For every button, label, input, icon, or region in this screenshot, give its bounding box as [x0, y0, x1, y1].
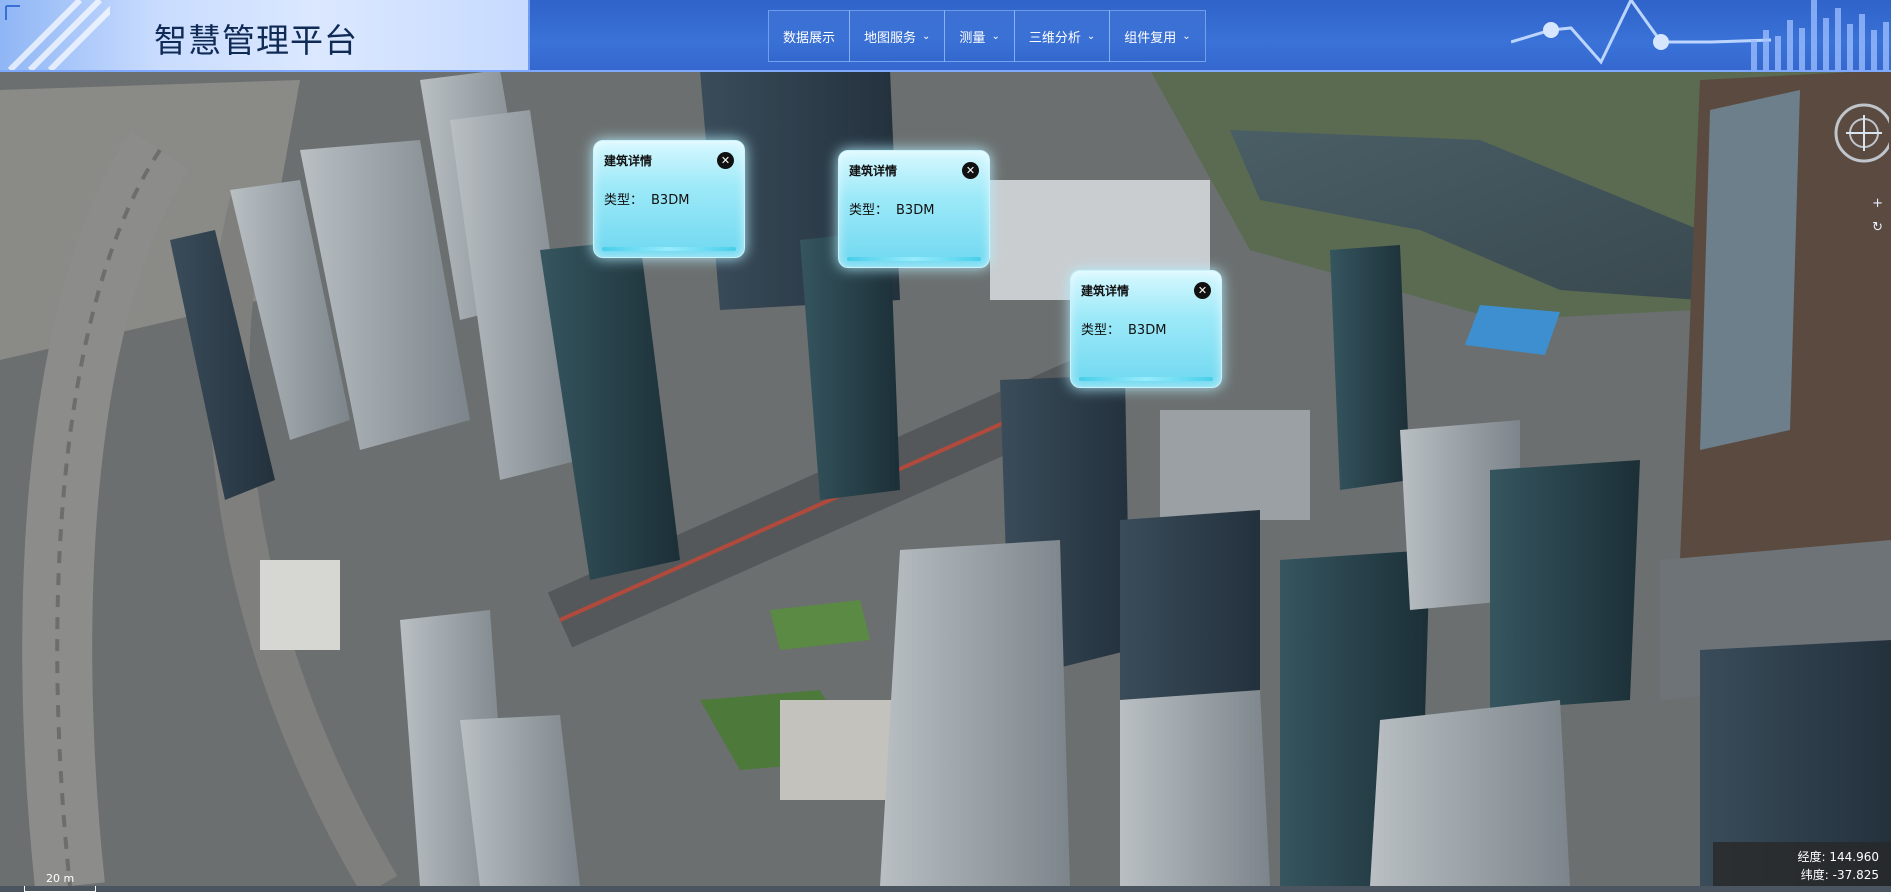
top-header: 智慧管理平台 数据展示 地图服务 ⌄ 测量 ⌄ 三维分析 ⌄ 组件复用 ⌄ [0, 0, 1891, 72]
type-label: 类型： [604, 193, 644, 208]
popup-title: 建筑详情 [604, 154, 653, 168]
chevron-down-icon: ⌄ [1086, 30, 1096, 42]
main-nav: 数据展示 地图服务 ⌄ 测量 ⌄ 三维分析 ⌄ 组件复用 ⌄ [768, 10, 1206, 62]
latitude-label: 纬度: [1800, 868, 1829, 882]
nav-label: 三维分析 [1028, 30, 1081, 46]
close-icon[interactable]: ✕ [1194, 282, 1211, 299]
popup-type-row: 类型： B3DM [604, 189, 689, 208]
coordinate-readout: 经度: 144.960 纬度: -37.825 [1713, 842, 1891, 886]
type-label: 类型： [1081, 323, 1121, 338]
nav-data-display[interactable]: 数据展示 [768, 10, 851, 62]
reset-view-button[interactable]: ↻ [1872, 220, 1883, 235]
compass-icon[interactable] [1819, 98, 1889, 168]
zoom-in-button[interactable]: + [1872, 196, 1883, 211]
close-icon[interactable]: ✕ [717, 152, 734, 169]
popup-type-row: 类型： B3DM [849, 199, 934, 218]
type-label: 类型： [849, 203, 889, 218]
nav-measure[interactable]: 测量 ⌄ [944, 10, 1015, 62]
chevron-down-icon: ⌄ [1182, 30, 1191, 42]
type-value: B3DM [1128, 323, 1167, 338]
title-panel: 智慧管理平台 [0, 0, 530, 70]
nav-label: 测量 [959, 30, 986, 46]
app-title: 智慧管理平台 [154, 21, 358, 60]
building-detail-popup: 建筑详情 ✕ 类型： B3DM [1070, 270, 1222, 388]
latitude-value: -37.825 [1832, 868, 1879, 882]
nav-map-service[interactable]: 地图服务 ⌄ [849, 10, 946, 62]
type-value: B3DM [896, 203, 935, 218]
popup-bottom-glow [602, 247, 736, 251]
nav-3d-analysis[interactable]: 三维分析 ⌄ [1013, 10, 1111, 62]
type-value: B3DM [651, 193, 690, 208]
popup-bottom-glow [1079, 377, 1213, 381]
longitude-label: 经度: [1797, 850, 1826, 864]
popup-title: 建筑详情 [1081, 284, 1130, 298]
nav-component-reuse[interactable]: 组件复用 ⌄ [1109, 10, 1206, 62]
popup-bottom-glow [847, 257, 981, 261]
header-wave-decoration [1511, 0, 1889, 70]
map-viewport[interactable] [0, 0, 1891, 886]
chevron-down-icon: ⌄ [922, 30, 931, 42]
nav-label: 数据展示 [783, 30, 836, 46]
building-detail-popup: 建筑详情 ✕ 类型： B3DM [593, 140, 745, 258]
scale-bar-line [24, 886, 96, 892]
popup-type-row: 类型： B3DM [1081, 319, 1166, 338]
nav-label: 组件复用 [1124, 30, 1177, 46]
latitude-row: 纬度: -37.825 [1801, 866, 1879, 883]
building-detail-popup: 建筑详情 ✕ 类型： B3DM [838, 150, 990, 268]
chevron-down-icon: ⌄ [991, 30, 1000, 42]
longitude-row: 经度: 144.960 [1798, 848, 1880, 865]
stripes-decoration [5, 0, 110, 70]
nav-label: 地图服务 [864, 30, 917, 46]
longitude-value: 144.960 [1829, 850, 1879, 864]
scale-label: 20 m [46, 872, 75, 885]
popup-title: 建筑详情 [849, 164, 898, 178]
close-icon[interactable]: ✕ [962, 162, 979, 179]
